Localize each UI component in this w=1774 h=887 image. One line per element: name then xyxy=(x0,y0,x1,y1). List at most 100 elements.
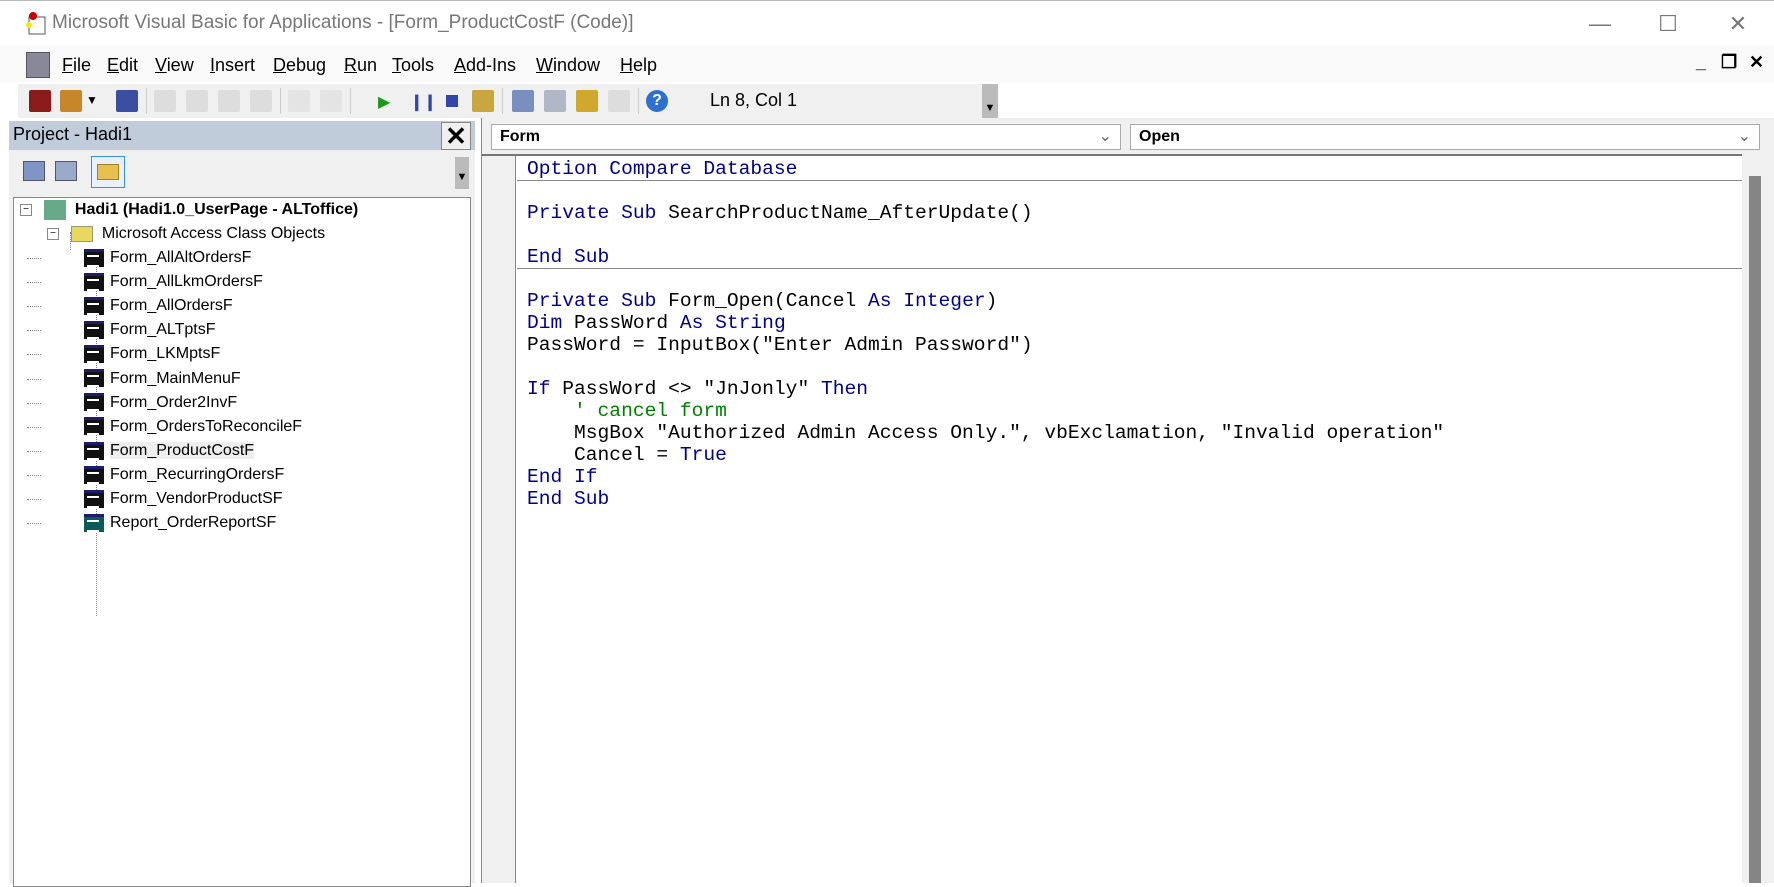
menu-help[interactable]: Help xyxy=(620,55,657,76)
properties-window-icon[interactable] xyxy=(544,90,566,112)
code-editor[interactable]: Option Compare Database Private Sub Searc… xyxy=(482,154,1742,883)
menu-window[interactable]: Window xyxy=(536,55,600,76)
tree-item[interactable]: Form_AllOrdersF xyxy=(27,294,233,318)
menu-debug[interactable]: Debug xyxy=(273,55,326,76)
view-code-icon[interactable] xyxy=(23,161,45,181)
code-line[interactable]: If PassWord <> "JnJonly" Then xyxy=(527,378,868,400)
menu-view[interactable]: View xyxy=(155,55,194,76)
tree-item[interactable]: Form_AllAltOrdersF xyxy=(27,246,251,270)
tree-item[interactable]: Form_MainMenuF xyxy=(27,367,241,391)
view-access-icon[interactable] xyxy=(29,90,51,112)
menu-bar: File Edit View Insert Debug Run Tools Ad… xyxy=(0,46,1774,82)
collapse-icon[interactable]: − xyxy=(47,227,59,240)
code-line[interactable]: End Sub xyxy=(527,246,609,268)
vba-app-icon xyxy=(24,11,48,35)
form-icon xyxy=(84,465,104,484)
cut-icon[interactable] xyxy=(154,90,176,112)
tree-item-label: Form_RecurringOrdersF xyxy=(110,465,285,483)
project-close-button[interactable]: ✕ xyxy=(441,122,471,150)
tree-item-label: Form_AllLkmOrdersF xyxy=(110,273,263,291)
menu-add-ins[interactable]: Add-Ins xyxy=(454,55,516,76)
toggle-folders-button[interactable] xyxy=(91,156,125,188)
maximize-button[interactable]: ☐ xyxy=(1648,9,1688,39)
toolbar-options-icon[interactable]: ▼ xyxy=(982,84,998,118)
vba-menu-icon[interactable] xyxy=(26,52,50,78)
code-line[interactable]: End Sub xyxy=(527,488,609,510)
standard-toolbar: ▼ ▶ ❙❙ ? Ln 8, Col 1 ▼ xyxy=(18,84,998,118)
run-icon[interactable]: ▶ xyxy=(378,92,390,112)
procedure-dropdown[interactable]: Open ⌄ xyxy=(1130,124,1760,150)
code-line[interactable]: Option Compare Database xyxy=(527,158,797,180)
project-explorer: Project - Hadi1 ✕ ▼ − Hadi1 (Hadi1.0_Use… xyxy=(9,121,475,887)
save-icon[interactable] xyxy=(116,90,138,112)
code-line[interactable]: End If xyxy=(527,466,598,488)
chevron-down-icon: ⌄ xyxy=(1737,128,1751,145)
tree-item[interactable]: Form_OrdersToReconcileF xyxy=(27,415,303,439)
break-icon[interactable]: ❙❙ xyxy=(410,92,437,112)
tree-item-label: Form_OrdersToReconcileF xyxy=(110,417,303,435)
tree-item-label: Form_LKMptsF xyxy=(110,345,221,363)
comment-token: ' cancel form xyxy=(527,400,727,422)
mdi-close-button[interactable]: ✕ xyxy=(1749,52,1764,73)
code-line[interactable]: Cancel = True xyxy=(527,444,727,466)
tree-item[interactable]: Form_Order2InvF xyxy=(27,391,237,415)
tree-item[interactable]: Report_OrderReportSF xyxy=(27,511,277,535)
code-line[interactable]: Private Sub Form_Open(Cancel As Integer) xyxy=(527,290,997,312)
tree-item[interactable]: Form_ALTptsF xyxy=(27,318,216,342)
code-line[interactable]: Private Sub SearchProductName_AfterUpdat… xyxy=(527,202,1033,224)
tree-item[interactable]: Form_ProductCostF xyxy=(27,439,255,463)
menu-file[interactable]: File xyxy=(62,55,91,76)
margin-indicator-bar[interactable] xyxy=(482,156,516,883)
toolbox-icon[interactable] xyxy=(608,90,630,112)
redo-icon[interactable] xyxy=(320,90,342,112)
menu-tools[interactable]: Tools xyxy=(392,55,434,76)
form-icon xyxy=(84,369,104,388)
menu-run[interactable]: Run xyxy=(344,55,377,76)
find-icon[interactable] xyxy=(250,90,272,112)
object-dropdown[interactable]: Form ⌄ xyxy=(491,124,1121,150)
form-icon xyxy=(84,345,104,364)
code-line[interactable]: PassWord = InputBox("Enter Admin Passwor… xyxy=(527,334,1033,356)
code-window: Form ⌄ Open ⌄ Option Compare Database Priva… xyxy=(481,118,1774,883)
dropdown-arrow-icon[interactable]: ▼ xyxy=(86,93,98,107)
project-icon xyxy=(44,199,67,220)
mdi-minimize-button[interactable]: _ xyxy=(1696,52,1706,73)
minimize-button[interactable]: — xyxy=(1580,9,1620,39)
tree-item-label: Report_OrderReportSF xyxy=(110,514,277,532)
tree-item[interactable]: Form_RecurringOrdersF xyxy=(27,463,285,487)
copy-icon[interactable] xyxy=(186,90,208,112)
form-icon xyxy=(84,248,104,267)
keyword-token: Dim xyxy=(527,312,575,334)
panel-options-icon[interactable]: ▼ xyxy=(455,157,469,189)
help-icon[interactable]: ? xyxy=(646,90,668,112)
mdi-restore-button[interactable]: ❐ xyxy=(1721,52,1737,73)
code-line[interactable]: ' cancel form xyxy=(527,400,727,422)
form-icon xyxy=(84,296,104,315)
paste-icon[interactable] xyxy=(218,90,240,112)
tree-item[interactable]: Form_VendorProductSF xyxy=(27,487,283,511)
tree-item[interactable]: Form_LKMptsF xyxy=(27,342,221,366)
code-line[interactable]: Dim PassWord As String xyxy=(527,312,786,334)
design-mode-icon[interactable] xyxy=(472,90,494,112)
code-line[interactable]: MsgBox "Authorized Admin Access Only.", … xyxy=(527,422,1444,444)
close-button[interactable]: ✕ xyxy=(1718,9,1758,39)
insert-userform-icon[interactable] xyxy=(60,90,82,112)
tree-item[interactable]: Form_AllLkmOrdersF xyxy=(27,270,263,294)
project-explorer-icon[interactable] xyxy=(512,90,534,112)
tree-folder[interactable]: − Microsoft Access Class Objects xyxy=(47,222,325,246)
undo-icon[interactable] xyxy=(288,90,310,112)
reset-icon[interactable] xyxy=(446,95,458,107)
code-token: PassWord <> "JnJonly" xyxy=(562,378,821,400)
object-browser-icon[interactable] xyxy=(576,90,598,112)
menu-edit[interactable]: Edit xyxy=(107,55,138,76)
view-object-icon[interactable] xyxy=(55,161,77,181)
collapse-icon[interactable]: − xyxy=(20,203,32,216)
vertical-scrollbar[interactable] xyxy=(1742,154,1770,883)
scrollbar-thumb[interactable] xyxy=(1749,176,1761,883)
keyword-token: As String xyxy=(679,312,786,334)
tree-item-label: Form_ALTptsF xyxy=(110,321,216,339)
keyword-token: End Sub xyxy=(527,488,610,510)
tree-root[interactable]: − Hadi1 (Hadi1.0_UserPage - ALToffice) xyxy=(20,198,358,222)
keyword-token: End If xyxy=(527,466,598,488)
menu-insert[interactable]: Insert xyxy=(210,55,255,76)
